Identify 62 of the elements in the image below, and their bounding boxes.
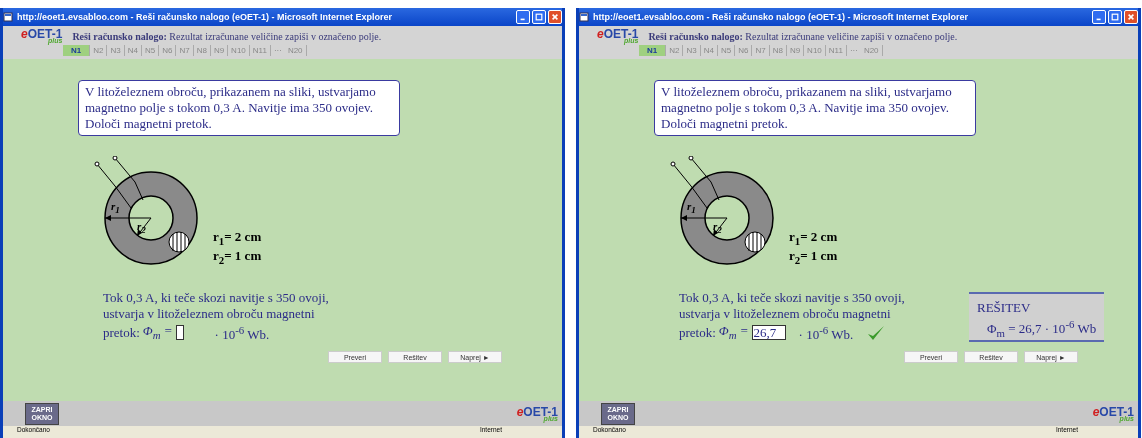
radius-label: r$_{2}$ [137,220,146,236]
problem-text: V litoželeznem obroču, prikazanem na sliki, ustvarjamo magnetno polje s tokom 0,3 A. Navitje ima 350 ovojev. Določi magnetni pretok. [654,80,976,136]
problem-text: V litoželeznem obroču, prikazanem na sliki, ustvarjamo magnetno polje s tokom 0,3 A. Navitje ima 350 ovojev. Določi magnetni pretok. [78,80,400,136]
tab[interactable]: N2 [666,45,684,56]
maximize-icon [1111,13,1119,21]
close-icon [551,13,559,21]
tab[interactable]: N11 [249,45,271,56]
window-title: http://eoet1.evsabloo.com - Reši računsko nalogo (eOET-1) - Microsoft Internet Explorer [17,12,394,22]
maximize-button[interactable] [532,10,546,24]
solution-formula: Φ$_{m}$ = 26,7 · 10$^{-6}$ Wb [987,318,1097,339]
tab[interactable]: N10 [228,45,250,56]
close-icon [1127,13,1135,21]
tab[interactable]: N8 [769,45,787,56]
tab[interactable]: N7 [752,45,770,56]
ellipsis: ··· [848,46,859,55]
page-icon [579,12,589,22]
answer-label: pretok: [103,324,140,341]
tab[interactable]: N5 [717,45,736,56]
given-value: r$_{1}$= 2 cm [213,228,262,249]
tab[interactable]: N4 [124,45,142,56]
radius-label: r$_{1}$ [111,200,120,216]
instruction-text: Reši računsko nalogo: Rezultat izračunane veličine zapiši v označeno polje. [72,30,382,42]
page-icon [3,12,13,22]
solution-heading: REŠITEV [977,300,1032,316]
maximize-icon [535,13,543,21]
given-value: r$_{1}$= 2 cm [789,228,838,249]
tab[interactable]: N8 [193,45,211,56]
given-value: r$_{2}$= 1 cm [789,248,838,268]
answer-label: pretok: [679,324,716,341]
answer-field[interactable]: 26,7 [751,325,786,341]
unit-text: · 10$^{-6}$ Wb. [798,323,854,344]
minimize-button[interactable] [516,10,530,24]
unit-text: · 10$^{-6}$ Wb. [214,323,270,344]
radius-label: r$_{1}$ [687,200,696,216]
tab[interactable]: N3 [107,45,125,56]
ellipsis: ··· [272,46,283,55]
tab[interactable]: N7 [176,45,194,56]
flux-symbol: Φ$_{m}$ = [142,322,173,343]
tab[interactable]: N1 [639,45,667,56]
tab[interactable]: N1 [63,45,91,56]
tab[interactable]: N2 [90,45,108,56]
minimize-button[interactable] [1092,10,1106,24]
window-title: http://eoet1.evsabloo.com - Reši računsko nalogo (eOET-1) - Microsoft Internet Explorer [593,12,970,22]
tab[interactable]: N6 [735,45,753,56]
tab[interactable]: N5 [141,45,160,56]
instruction-text: Reši računsko nalogo: Rezultat izračunane veličine zapiši v označeno polje. [648,30,958,42]
radius-label: r$_{2}$ [713,220,722,236]
tab[interactable]: N6 [159,45,177,56]
tab[interactable]: N9 [210,45,229,56]
answer-field[interactable] [175,325,184,341]
close-button[interactable] [548,10,562,24]
tab[interactable]: N11 [825,45,847,56]
close-button[interactable] [1124,10,1138,24]
maximize-button[interactable] [1108,10,1122,24]
tab[interactable]: N4 [700,45,718,56]
given-value: r$_{2}$= 1 cm [213,248,262,268]
tab[interactable]: N10 [804,45,826,56]
tab[interactable]: N3 [683,45,701,56]
flux-symbol: Φ$_{m}$ = [718,322,749,343]
tab[interactable]: N20 [860,45,883,56]
tab[interactable]: N20 [284,45,307,56]
tab[interactable]: N9 [786,45,805,56]
